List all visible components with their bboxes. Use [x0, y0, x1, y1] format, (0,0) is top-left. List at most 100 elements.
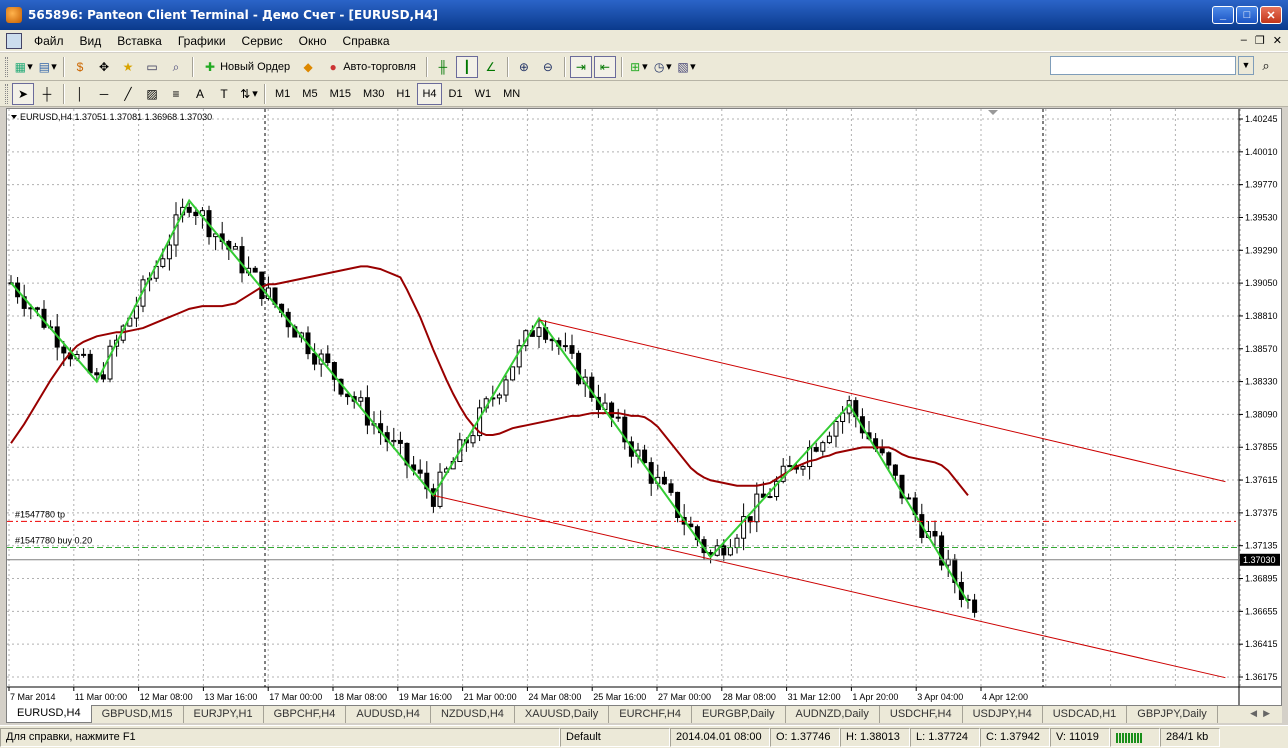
title-bar: 565896: Panteon Client Terminal - Демо С…	[0, 0, 1288, 30]
menu-help[interactable]: Справка	[335, 31, 398, 51]
time-label: 11 Mar 00:00	[75, 692, 127, 702]
terminal-button[interactable]: ▭	[141, 56, 163, 78]
text-label-tool-button[interactable]: T	[213, 83, 235, 105]
arrows-tool-button[interactable]: ⇅ ▾	[237, 83, 259, 105]
chart-shift-button[interactable]: ⇤	[593, 55, 616, 78]
connection-bars-icon	[1116, 732, 1142, 743]
data-window-button[interactable]: ✥	[93, 56, 115, 78]
tab-gbpjpy-daily[interactable]: GBPJPY,Daily	[1127, 706, 1218, 723]
menu-file[interactable]: Файл	[26, 31, 72, 51]
market-watch-button[interactable]: $	[69, 56, 91, 78]
zoom-out-icon: ⊖	[542, 59, 553, 74]
close-button[interactable]: ✕	[1260, 6, 1282, 24]
timeframe-mn[interactable]: MN	[498, 83, 525, 105]
tab-eurjpy-h1[interactable]: EURJPY,H1	[184, 706, 264, 723]
tab-eurusd-h4[interactable]: EURUSD,H4	[6, 705, 92, 723]
mdi-minimize-button[interactable]: –	[1241, 34, 1247, 47]
toolbar-grip[interactable]	[5, 56, 8, 77]
tab-eurgbp-daily[interactable]: EURGBP,Daily	[692, 706, 786, 723]
horizontal-line-button[interactable]: ─	[93, 83, 115, 105]
crosshair-tool-button[interactable]: ┼	[36, 83, 58, 105]
window-title: 565896: Panteon Client Terminal - Демо С…	[28, 8, 438, 22]
minimize-button[interactable]: _	[1212, 6, 1234, 24]
zoom-in-button[interactable]: ⊕	[513, 56, 535, 78]
menu-window[interactable]: Окно	[291, 31, 335, 51]
toolbar-grip-2[interactable]	[5, 83, 8, 104]
auto-trading-button[interactable]: ● Авто-торговля	[321, 56, 421, 78]
new-order-button[interactable]: ✚ Новый Ордер	[198, 56, 295, 78]
candle-body	[193, 211, 199, 217]
auto-scroll-button[interactable]: ⇥	[569, 55, 592, 78]
tab-xauusd-daily[interactable]: XAUUSD,Daily	[515, 706, 610, 723]
line-chart-button[interactable]: ∠	[480, 56, 502, 78]
strategy-tester-button[interactable]: ⌕	[165, 56, 187, 78]
status-help: Для справки, нажмите F1	[0, 727, 560, 747]
chart-area[interactable]: 1.40245 1.40010 1.39770 1.39530 1.39290 1.390…	[6, 108, 1282, 706]
navigator-button[interactable]: ★	[117, 56, 139, 78]
maximize-button[interactable]: □	[1236, 6, 1258, 24]
timeframe-m30[interactable]: M30	[358, 83, 389, 105]
channel-lower-line	[433, 494, 1226, 679]
tab-eurchf-h4[interactable]: EURCHF,H4	[609, 706, 692, 723]
trendline-button[interactable]: ╱	[117, 83, 139, 105]
line-chart-icon: ∠	[485, 59, 497, 74]
tab-nzdusd-h4[interactable]: NZDUSD,H4	[431, 706, 515, 723]
tab-gbpusd-m15[interactable]: GBPUSD,M15	[92, 706, 184, 723]
timeframe-m1[interactable]: M1	[270, 83, 295, 105]
tab-scroll-left-icon[interactable]: ◀	[1250, 708, 1263, 718]
tab-usdchf-h4[interactable]: USDCHF,H4	[880, 706, 963, 723]
menu-insert[interactable]: Вставка	[109, 31, 170, 51]
zoom-out-button[interactable]: ⊖	[537, 56, 559, 78]
vertical-line-button[interactable]: │	[69, 83, 91, 105]
tab-audnzd-daily[interactable]: AUDNZD,Daily	[786, 706, 880, 723]
price-label: 1.37375	[1245, 508, 1278, 518]
tab-gbpchf-h4[interactable]: GBPCHF,H4	[264, 706, 347, 723]
templates-button[interactable]: ▧ ▾	[675, 56, 697, 78]
menu-bar: Файл Вид Вставка Графики Сервис Окно Спр…	[0, 30, 1288, 52]
mdi-restore-button[interactable]: ❐	[1255, 34, 1265, 47]
menu-tools[interactable]: Сервис	[234, 31, 291, 51]
app-logo-icon	[6, 7, 22, 23]
channel-tool-button[interactable]: ▨	[141, 83, 163, 105]
time-label: 31 Mar 12:00	[788, 692, 841, 702]
metaeditor-button[interactable]: ◆	[297, 56, 319, 78]
bar-chart-button[interactable]: ╫	[432, 56, 454, 78]
timeframe-m5[interactable]: M5	[297, 83, 322, 105]
search-input[interactable]	[1050, 56, 1236, 75]
candle-body	[364, 397, 370, 426]
terminal-icon: ▭	[146, 59, 158, 74]
candle-body	[932, 531, 938, 537]
menu-view[interactable]: Вид	[72, 31, 110, 51]
menu-charts[interactable]: Графики	[170, 31, 234, 51]
profiles-button[interactable]: ▤ ▾	[36, 56, 58, 78]
periods-button[interactable]: ◷ ▾	[651, 56, 673, 78]
search-dropdown-button[interactable]: ▼	[1238, 56, 1254, 75]
timeframe-h4[interactable]: H4	[417, 82, 442, 105]
new-chart-button[interactable]: ▦ ▾	[12, 56, 34, 78]
tab-audusd-h4[interactable]: AUDUSD,H4	[346, 706, 431, 723]
tab-usdjpy-h4[interactable]: USDJPY,H4	[963, 706, 1043, 723]
price-label: 1.38810	[1245, 311, 1278, 321]
auto-trading-icon: ●	[329, 59, 337, 74]
cursor-tool-button[interactable]: ➤	[12, 82, 34, 105]
candle-body	[615, 416, 621, 419]
connection-indicator[interactable]	[1110, 727, 1160, 747]
mdi-close-button[interactable]: ✕	[1273, 34, 1282, 47]
tab-usdcad-h1[interactable]: USDCAD,H1	[1043, 706, 1128, 723]
candlestick-chart-button[interactable]: ┃	[455, 55, 478, 78]
search-button[interactable]: ⌕	[1256, 56, 1276, 75]
auto-trading-label: Авто-торговля	[343, 60, 416, 73]
indicators-button[interactable]: ⊞ ▾	[627, 56, 649, 78]
fibonacci-tool-button[interactable]: ≡	[165, 83, 187, 105]
moving-average-line	[10, 265, 969, 496]
candle-body	[879, 448, 885, 454]
time-label: 19 Mar 16:00	[399, 692, 452, 702]
text-tool-button[interactable]: A	[189, 83, 211, 105]
timeframe-w1[interactable]: W1	[470, 83, 497, 105]
timeframe-d1[interactable]: D1	[444, 83, 468, 105]
chart-window-icon[interactable]	[6, 32, 22, 49]
price-chart[interactable]: 1.40245 1.40010 1.39770 1.39530 1.39290 1.390…	[7, 109, 1281, 705]
tab-scroll-right-icon[interactable]: ▶	[1263, 708, 1276, 718]
timeframe-m15[interactable]: M15	[325, 83, 356, 105]
timeframe-h1[interactable]: H1	[391, 83, 415, 105]
